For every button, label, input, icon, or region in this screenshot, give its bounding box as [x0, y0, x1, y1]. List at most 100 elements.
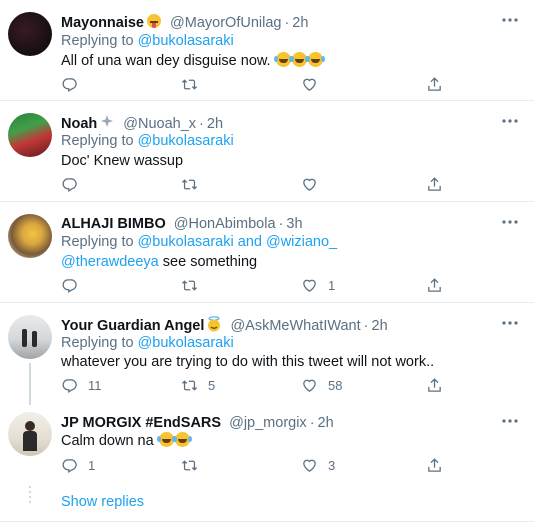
share-icon: [426, 277, 443, 294]
user-handle[interactable]: @HonAbimbola: [174, 216, 276, 232]
replying-prefix: Replying to: [61, 33, 134, 49]
mention-link[interactable]: @bukolasaraki: [138, 335, 234, 351]
like-count: 3: [328, 458, 336, 473]
reply-icon: [61, 377, 78, 394]
share-icon: [426, 76, 443, 93]
tweet-text: Doc' Knew wassup: [61, 153, 184, 169]
more-icon[interactable]: [502, 418, 518, 424]
mention-link[interactable]: @therawdeeya: [61, 254, 159, 270]
user-name[interactable]: Mayonnaise: [61, 15, 144, 31]
like-count: 58: [328, 378, 343, 393]
reply-button[interactable]: [61, 176, 88, 193]
laughing-emoji-icon: [289, 52, 307, 67]
reply-button[interactable]: 1: [61, 457, 95, 474]
avatar[interactable]: [8, 214, 52, 258]
user-handle[interactable]: @jp_morgix: [229, 415, 307, 431]
tweet-text: see something: [162, 254, 258, 270]
separator: ·: [278, 216, 284, 232]
avatar[interactable]: [8, 315, 52, 359]
like-icon: [301, 176, 318, 193]
reply-icon: [61, 457, 78, 474]
reply-count: 1: [88, 458, 96, 473]
separator: ·: [284, 15, 290, 31]
reply-button[interactable]: 11: [61, 377, 102, 394]
timestamp[interactable]: 2h: [207, 116, 223, 132]
separator: ·: [199, 116, 204, 132]
like-button[interactable]: 58: [301, 377, 342, 394]
more-icon[interactable]: [502, 17, 518, 23]
reply-icon: [61, 76, 78, 93]
show-replies-link[interactable]: Show replies: [61, 494, 144, 510]
timestamp[interactable]: 2h: [372, 318, 388, 334]
reply-count: 11: [88, 378, 102, 393]
retweet-button[interactable]: [181, 176, 208, 193]
share-button[interactable]: [426, 277, 443, 294]
tweet-mayonnaise[interactable]: Mayonnaise @MayorOfUnilag · 2h Replying to…: [0, 0, 534, 101]
avatar[interactable]: [8, 12, 52, 56]
laughing-emoji-icon: [172, 432, 190, 447]
share-icon: [426, 457, 443, 474]
like-count: 1: [328, 278, 336, 293]
user-name[interactable]: ALHAJI BIMBO: [61, 216, 166, 232]
retweet-count: 5: [208, 378, 216, 393]
like-button[interactable]: [301, 176, 328, 193]
timestamp[interactable]: 3h: [286, 216, 302, 232]
retweet-icon: [181, 277, 198, 294]
user-name[interactable]: Your Guardian Angel: [61, 318, 204, 334]
tweet-noah[interactable]: Noah @Nuoah_x · 2h Replying to @bukolasara…: [0, 101, 534, 202]
share-icon: [426, 377, 443, 394]
mention-link[interactable]: @bukolasaraki: [138, 234, 234, 250]
like-icon: [301, 457, 318, 474]
like-icon: [301, 76, 318, 93]
separator: ·: [309, 415, 315, 431]
like-button[interactable]: [301, 76, 328, 93]
reply-icon: [61, 277, 78, 294]
mention-link[interactable]: @wiziano_: [266, 234, 337, 250]
share-button[interactable]: [426, 176, 443, 193]
user-handle[interactable]: @AskMeWhatIWant: [230, 318, 360, 334]
like-icon: [301, 277, 318, 294]
tongue-emoji-icon: [146, 13, 162, 34]
like-button[interactable]: 1: [301, 277, 335, 294]
avatar[interactable]: [8, 412, 52, 456]
retweet-button[interactable]: [181, 277, 208, 294]
more-icon[interactable]: [502, 320, 518, 326]
reply-icon: [61, 176, 78, 193]
retweet-icon: [181, 76, 198, 93]
separator: ·: [363, 318, 369, 334]
share-button[interactable]: [426, 457, 443, 474]
retweet-icon: [181, 377, 198, 394]
retweet-icon: [181, 457, 198, 474]
replying-and: and: [237, 234, 262, 250]
timestamp[interactable]: 2h: [292, 15, 308, 31]
user-name[interactable]: Noah: [61, 116, 97, 132]
user-name[interactable]: JP MORGIX #EndSARS: [61, 415, 221, 431]
retweet-button[interactable]: [181, 76, 208, 93]
retweet-button[interactable]: [181, 457, 208, 474]
reply-button[interactable]: [61, 76, 88, 93]
thread-dots: [29, 486, 31, 506]
user-handle[interactable]: @MayorOfUnilag: [170, 15, 281, 31]
replying-prefix: Replying to: [61, 234, 134, 250]
mention-link[interactable]: @bukolasaraki: [138, 133, 234, 149]
replying-prefix: Replying to: [61, 133, 134, 149]
share-button[interactable]: [426, 377, 443, 394]
share-button[interactable]: [426, 76, 443, 93]
reply-button[interactable]: [61, 277, 88, 294]
tweet-guardian-angel[interactable]: Your Guardian Angel @AskMeWhatIWant · 2h R…: [0, 303, 534, 405]
tweet-alhaji-bimbo[interactable]: ALHAJI BIMBO @HonAbimbola · 3h Replying to…: [0, 202, 534, 303]
thread-line: [29, 363, 31, 405]
laughing-emoji-icon: [156, 432, 174, 447]
more-icon[interactable]: [502, 219, 518, 225]
timestamp[interactable]: 2h: [318, 415, 334, 431]
like-button[interactable]: 3: [301, 457, 335, 474]
replying-prefix: Replying to: [61, 335, 134, 351]
retweet-icon: [181, 176, 198, 193]
tweet-text: whatever you are trying to do with this …: [61, 354, 435, 370]
user-handle[interactable]: @Nuoah_x: [123, 116, 196, 132]
mention-link[interactable]: @bukolasaraki: [138, 33, 234, 49]
more-icon[interactable]: [502, 118, 518, 124]
tweet-text: Calm down na: [61, 433, 154, 449]
retweet-button[interactable]: 5: [181, 377, 215, 394]
avatar[interactable]: [8, 113, 52, 157]
